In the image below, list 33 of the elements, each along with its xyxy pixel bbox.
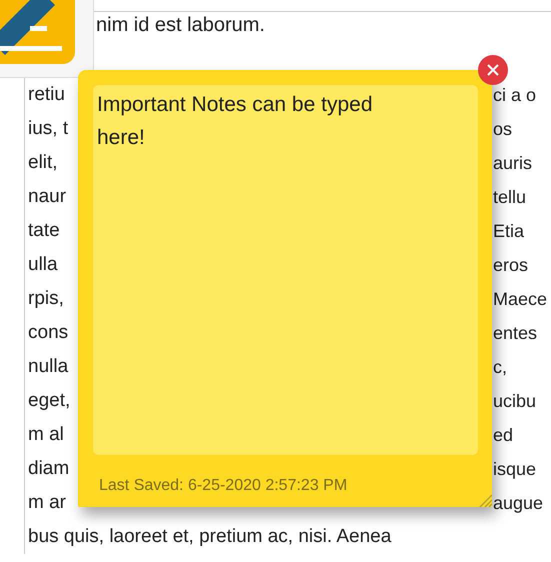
document-text: nim id est laborum.: [94, 11, 551, 38]
document-text: m al: [28, 424, 64, 446]
document-text: rpis,: [28, 288, 64, 310]
document-text: ulla: [28, 254, 58, 276]
close-button[interactable]: [478, 55, 508, 85]
document-text: diam: [28, 458, 70, 480]
document-text: naur: [28, 186, 66, 208]
document-text: nulla: [28, 356, 68, 378]
document-text: augue: [493, 492, 544, 514]
document-text: tate: [28, 220, 60, 242]
document-text: auris: [493, 152, 534, 174]
resize-grip-icon[interactable]: [478, 493, 492, 507]
document-text: eros: [493, 254, 530, 276]
document-text: os: [493, 118, 514, 140]
document-text: ed: [493, 424, 514, 446]
document-text: retiu: [28, 84, 65, 106]
document-text: ci a o: [493, 84, 538, 106]
document-text: bus quis, laoreet et, pretium ac, nisi. Aenea: [28, 526, 392, 548]
document-text: ucibu: [493, 390, 538, 412]
document-text: Etia: [493, 220, 526, 242]
document-text: cons: [28, 322, 68, 344]
document-text: m ar: [28, 492, 66, 514]
document-text: entes: [493, 322, 538, 344]
document-text: Maece: [493, 288, 548, 310]
document-text: isque: [493, 458, 538, 480]
document-text: ius, t: [28, 118, 68, 140]
document-text: c,: [493, 356, 508, 378]
document-text: tellu: [493, 186, 528, 208]
note-text-field[interactable]: Important Notes can be typed here!: [93, 85, 478, 455]
document-text: eget,: [28, 390, 70, 412]
last-saved-text: Last Saved: 6-25-2020 2:57:23 PM: [99, 477, 348, 495]
document-text: elit,: [28, 152, 58, 174]
close-icon: [486, 63, 500, 77]
